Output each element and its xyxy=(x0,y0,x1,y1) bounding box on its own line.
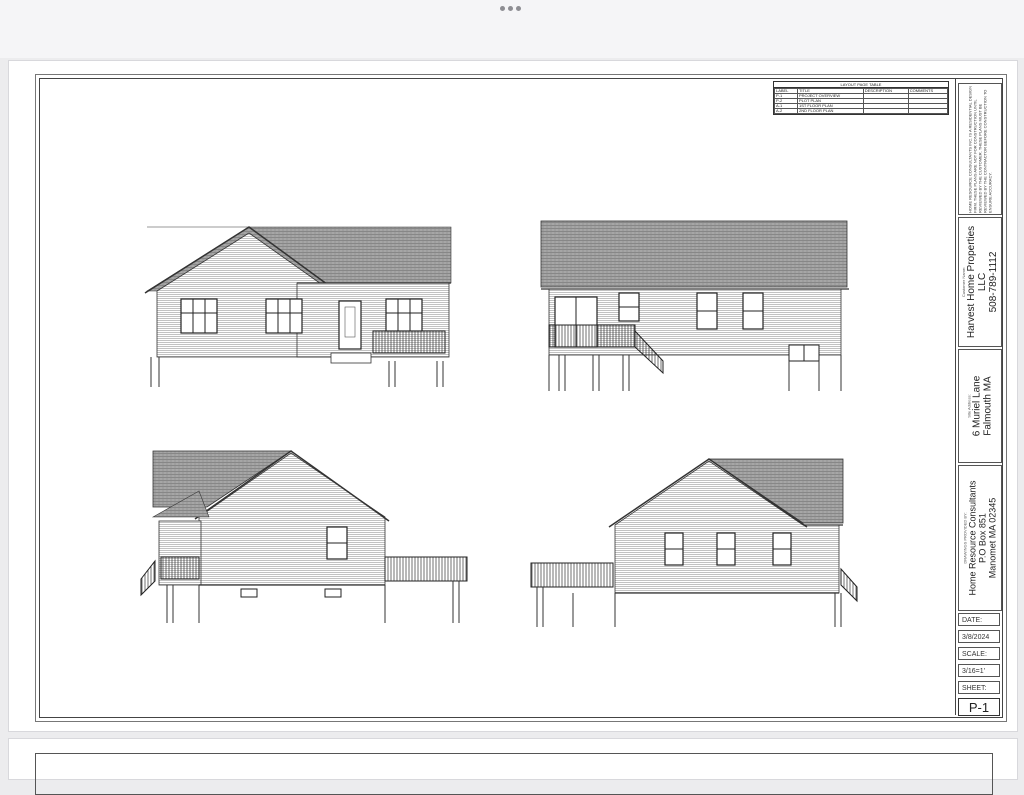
customer-box: Customer Name: Harvest Home Properties L… xyxy=(958,217,1002,347)
layout-page-table: LAYOUT PAGE TABLE LABEL TITLE DESCRIPTIO… xyxy=(773,81,949,115)
front-elevation xyxy=(144,226,452,387)
customer-name-line1: Harvest Home Properties xyxy=(966,225,977,339)
viewer-top-bar xyxy=(0,0,1024,58)
cell-title: 2ND FLOOR PLAN xyxy=(796,108,864,114)
right-side-elevation xyxy=(530,458,858,627)
document-page-2 xyxy=(8,738,1018,795)
elevation-drawings xyxy=(140,220,858,627)
customer-name-line2: LLC xyxy=(977,272,988,292)
cell-label: A-2 xyxy=(774,108,798,114)
provider-line2: P.O Box 851 xyxy=(977,513,988,563)
site-line1: 6 Muriel Lane xyxy=(971,375,983,437)
table-row: A-2 2ND FLOOR PLAN xyxy=(774,108,949,114)
scale-value: 3/16=1' xyxy=(958,664,1000,677)
cell-description xyxy=(862,108,909,114)
provider-line1: Home Resource Consultants xyxy=(967,480,978,596)
document-page-1: LAYOUT PAGE TABLE LABEL TITLE DESCRIPTIO… xyxy=(8,60,1018,732)
sheet-label: SHEET: xyxy=(958,681,1000,694)
sheet-number: P-1 xyxy=(958,698,1000,716)
rear-elevation xyxy=(540,220,849,391)
disclaimer-text: HOME RESOURCE CONSULTANTS INC. IS A RESI… xyxy=(967,85,993,213)
date-value: 3/8/2024 xyxy=(958,630,1000,643)
title-block: HOME RESOURCE CONSULTANTS INC. IS A RESI… xyxy=(955,79,1004,716)
sheet-border-page-2 xyxy=(35,753,993,795)
customer-phone: 508-789-1112 xyxy=(988,251,999,313)
site-line2: Falmouth MA xyxy=(982,376,994,436)
date-label: DATE: xyxy=(958,613,1000,626)
scale-label: SCALE: xyxy=(958,647,1000,660)
left-side-elevation xyxy=(140,450,468,623)
provider-box: DRAWINGS PROVIDED BY: Home Resource Cons… xyxy=(958,465,1002,611)
cell-comments xyxy=(907,108,949,114)
disclaimer-box: HOME RESOURCE CONSULTANTS INC. IS A RESI… xyxy=(958,83,1002,215)
site-address-box: Site Address: 6 Muriel Lane Falmouth MA xyxy=(958,349,1002,463)
more-dots-icon[interactable] xyxy=(500,6,521,11)
provider-line3: Manomet MA 02345 xyxy=(987,497,998,579)
